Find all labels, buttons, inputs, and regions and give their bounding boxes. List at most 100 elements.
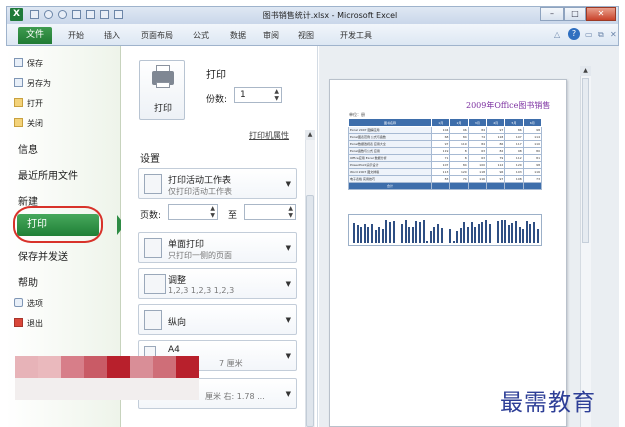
tab-page-layout[interactable]: 页面布局 (141, 30, 173, 41)
mini-bar (536, 228, 539, 243)
redaction-pixel (38, 378, 61, 400)
quick-access-icon[interactable] (114, 10, 123, 19)
table-header-row: 图书名称 1月 2月 3月 4月 5月 6月 (347, 118, 543, 127)
orientation-dropdown[interactable]: 纵向 ▼ (138, 304, 297, 335)
options-icon (14, 298, 23, 307)
table-cell: Excel数据透视表 应用大全 (347, 140, 433, 148)
mini-bar (511, 223, 514, 243)
menu-save-as[interactable]: 另存为 (14, 78, 51, 89)
redaction-pixel (153, 378, 176, 400)
undo-icon[interactable] (44, 10, 53, 19)
table-cell: 83 (431, 175, 451, 183)
pages-from-input[interactable]: ▲ ▼ (168, 204, 218, 220)
stepper-arrows-icon[interactable]: ▲ ▼ (274, 88, 279, 102)
scroll-up-icon[interactable]: ▲ (580, 66, 591, 76)
mini-bar (518, 227, 521, 243)
sheet-icon (144, 174, 162, 194)
restore-window-icon[interactable]: ▭ (585, 30, 593, 39)
minimize-ribbon-icon[interactable]: △ (554, 30, 560, 39)
pages-to-input[interactable]: ▲ ▼ (244, 204, 296, 220)
mini-bar (456, 230, 459, 243)
table-cell: 97 (486, 126, 506, 134)
preview-scrollbar-thumb[interactable] (582, 78, 589, 243)
table-cell: 79 (486, 154, 506, 162)
mini-bar-chart (449, 217, 494, 243)
menu-save-send[interactable]: 保存并发送 (18, 248, 68, 263)
print-button[interactable]: 打印 (139, 60, 185, 120)
menu-help[interactable]: 帮助 (18, 274, 38, 289)
tab-home[interactable]: 开始 (68, 30, 84, 41)
mini-bar (367, 226, 370, 243)
table-row: 电子表格 实用技巧 83 74 116 97 108 73 (347, 175, 543, 183)
tab-data[interactable]: 数据 (230, 30, 246, 41)
close-workbook-icon[interactable]: ✕ (610, 30, 617, 39)
menu-open[interactable]: 打开 (14, 98, 43, 109)
mini-bar (500, 219, 503, 243)
restore-workbook-icon[interactable]: ⧉ (598, 30, 604, 40)
sides-dropdown[interactable]: 单面打印 只打印一侧的页面 ▼ (138, 232, 297, 263)
sheet-title: 2009年Office图书销售 (466, 101, 551, 110)
stepper-arrows-icon[interactable]: ▲ ▼ (210, 205, 215, 219)
mini-bar (408, 226, 411, 243)
quick-access-icon[interactable] (72, 10, 81, 19)
table-row: Excel函数与公式 应用 119 8 63 82 98 80 (347, 147, 543, 155)
tab-developer[interactable]: 开发工具 (340, 30, 372, 41)
settings-scrollbar-thumb[interactable] (306, 195, 314, 427)
mini-bar (481, 221, 484, 243)
minimize-button[interactable]: – (540, 7, 564, 21)
table-cell: 112 (486, 161, 506, 169)
tab-file[interactable]: 文件 (18, 27, 52, 44)
menu-exit[interactable]: 退出 (14, 318, 43, 329)
scroll-up-icon[interactable]: ▲ (305, 130, 315, 140)
table-cell: Excel图表范例 公式与函数 (347, 133, 433, 141)
open-folder-icon (14, 98, 23, 107)
help-icon[interactable]: ? (568, 28, 580, 40)
tab-insert[interactable]: 插入 (104, 30, 120, 41)
table-cell: PowerPoint演示设计 (347, 161, 433, 169)
table-cell: 8 (449, 147, 469, 155)
mini-bar (433, 227, 436, 243)
stepper-arrows-icon[interactable]: ▲ ▼ (288, 205, 293, 219)
menu-close[interactable]: 关闭 (14, 118, 43, 129)
copies-stepper[interactable]: 1 ▲ ▼ (234, 87, 282, 103)
mini-bar-chart (401, 217, 446, 243)
menu-info[interactable]: 信息 (18, 141, 38, 156)
table-cell: 120 (449, 168, 469, 176)
dropdown-arrow-icon: ▼ (285, 180, 291, 188)
print-what-dropdown[interactable]: 打印活动工作表 仅打印活动工作表 ▼ (138, 168, 297, 199)
collate-dropdown[interactable]: 调整 1,2,3 1,2,3 1,2,3 ▼ (138, 268, 297, 299)
mini-bar (488, 224, 491, 243)
menu-options[interactable]: 选项 (14, 298, 43, 309)
quick-access-icon[interactable] (100, 10, 109, 19)
table-cell: 98 (522, 126, 543, 134)
menu-save[interactable]: 保存 (14, 58, 43, 69)
excel-app-icon[interactable]: X (10, 8, 23, 21)
table-cell: 82 (486, 147, 506, 155)
table-cell: 86 (486, 140, 506, 148)
mini-bar (401, 224, 403, 243)
tab-review[interactable]: 审阅 (263, 30, 279, 41)
mini-bar (522, 228, 525, 243)
dropdown-arrow-icon: ▼ (285, 316, 291, 324)
maximize-button[interactable]: □ (564, 7, 586, 21)
dropdown-arrow-icon: ▼ (285, 244, 291, 252)
table-cell: 98 (522, 161, 543, 169)
table-row: Word 2007 图文排版 113 120 118 96 103 116 (347, 168, 543, 176)
tab-formulas[interactable]: 公式 (193, 30, 209, 41)
table-header-cell: 3月 (467, 118, 488, 127)
mini-bar (533, 222, 535, 243)
close-button[interactable]: ✕ (586, 7, 616, 21)
menu-recent[interactable]: 最近所用文件 (18, 167, 78, 182)
quick-access-icon[interactable] (86, 10, 95, 19)
dropdown-arrow-icon: ▼ (285, 352, 291, 360)
table-cell: Excel 2007 图解应用 (347, 126, 433, 134)
redo-icon[interactable] (58, 10, 67, 19)
redaction-pixel (130, 356, 153, 378)
table-cell: 63 (467, 147, 488, 155)
printer-properties-link[interactable]: 打印机属性 (249, 130, 289, 141)
table-cell: 116 (467, 175, 488, 183)
table-cell (522, 182, 543, 190)
save-icon[interactable] (30, 10, 39, 19)
mini-bar (385, 220, 388, 243)
tab-view[interactable]: 视图 (298, 30, 314, 41)
